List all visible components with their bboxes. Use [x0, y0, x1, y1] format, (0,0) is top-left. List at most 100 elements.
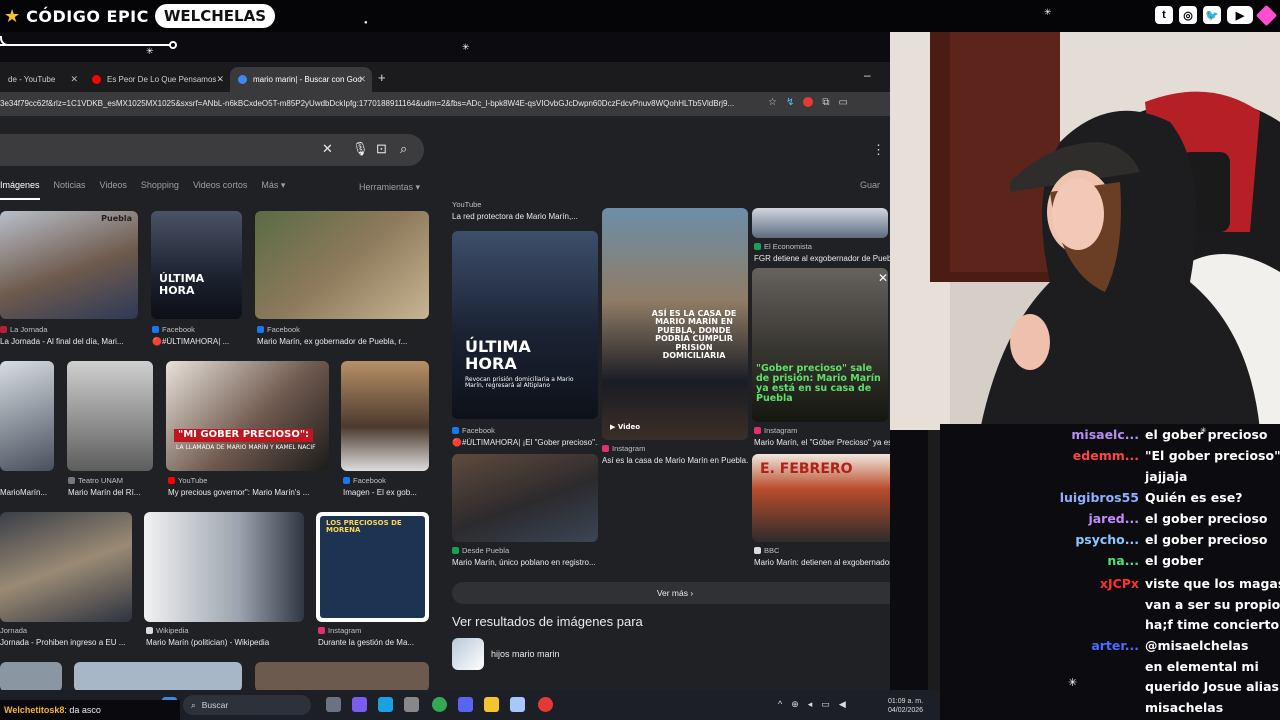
- task-view-icon[interactable]: [326, 697, 341, 712]
- chevron-up-icon[interactable]: ^: [778, 699, 782, 710]
- close-icon[interactable]: ✕: [70, 74, 78, 85]
- tab-more[interactable]: Más ▾: [261, 180, 285, 200]
- image-result[interactable]: [752, 208, 888, 238]
- tab-short-videos[interactable]: Videos cortos: [193, 180, 247, 200]
- result-caption[interactable]: Mario Marín, ex gobernador de Puebla, r.…: [257, 337, 429, 346]
- search-input[interactable]: ✕ 🎙 ⊡ ⌕: [0, 134, 424, 166]
- obs-icon[interactable]: [538, 697, 553, 712]
- clock-date: 04/02/2026: [888, 707, 924, 715]
- camera-search-icon[interactable]: ⊡: [376, 141, 387, 157]
- microphone-icon[interactable]: 🎙: [352, 141, 369, 157]
- chat-username[interactable]: psycho...: [1075, 532, 1139, 547]
- discord-icon[interactable]: [458, 697, 473, 712]
- extensions-puzzle-icon[interactable]: ⧉: [822, 97, 829, 108]
- close-icon[interactable]: ✕: [358, 74, 366, 85]
- result-caption[interactable]: Mario Marín (politician) - Wikipedia: [146, 638, 304, 647]
- panel-caption[interactable]: La red protectora de Mario Marín,...: [452, 212, 598, 221]
- panel-caption[interactable]: Mario Marín, el "Góber Precioso" ya es..…: [754, 438, 890, 447]
- tray-app-icon[interactable]: ◂: [808, 699, 813, 710]
- image-result[interactable]: [67, 361, 153, 471]
- chat-username[interactable]: misaelc...: [1071, 427, 1139, 442]
- volume-icon[interactable]: ◀: [839, 699, 846, 710]
- bookmark-star-icon[interactable]: ☆: [768, 97, 777, 108]
- chat-username[interactable]: xJCPx: [1100, 576, 1139, 591]
- taskbar-search[interactable]: ⌕ Buscar: [183, 695, 311, 715]
- google-apps-icon[interactable]: ⋮⋮: [872, 142, 890, 158]
- image-result[interactable]: Puebla: [0, 211, 138, 319]
- tools-button[interactable]: Herramientas ▾: [359, 182, 420, 193]
- image-result[interactable]: ÚLTIMA HORA: [151, 211, 242, 319]
- image-result[interactable]: [0, 361, 54, 471]
- file-explorer-icon[interactable]: [484, 697, 499, 712]
- panel-caption[interactable]: Así es la casa de Mario Marín en Puebla.…: [602, 456, 748, 465]
- tab-news[interactable]: Noticias: [54, 180, 86, 200]
- image-result[interactable]: [74, 662, 242, 690]
- image-headline: ÚLTIMA HORA: [159, 272, 205, 297]
- image-result[interactable]: [0, 512, 132, 622]
- tab-google-search[interactable]: mario marin| - Buscar con Goo ✕: [230, 67, 372, 92]
- chrome-icon[interactable]: [432, 697, 447, 712]
- result-caption[interactable]: Mario Marín del Rí...: [68, 488, 154, 497]
- tray-app-icon[interactable]: ⊕: [791, 699, 799, 710]
- image-result[interactable]: ASÍ ES LA CASA DE MARIO MARÍN EN PUEBLA,…: [602, 208, 748, 440]
- address-bar[interactable]: 3e34f79cc62f&rlz=1C1VDKB_esMX1025MX1025&…: [0, 92, 890, 116]
- image-result[interactable]: LOS PRECIOSOS DE MORENA: [316, 512, 429, 622]
- chat-username[interactable]: jared...: [1088, 511, 1139, 526]
- brand: ★ CÓDIGO EPIC WELCHELAS: [4, 3, 276, 29]
- close-panel-icon[interactable]: ✕: [878, 271, 888, 285]
- panel-caption[interactable]: Mario Marín, único poblano en registro..…: [452, 558, 598, 567]
- result-caption[interactable]: Durante la gestión de Ma...: [318, 638, 430, 647]
- video-badge: ▶ Video: [610, 423, 641, 431]
- search-icon[interactable]: ⌕: [400, 141, 407, 157]
- chat-username[interactable]: edemm...: [1073, 448, 1139, 463]
- image-result[interactable]: [0, 662, 62, 690]
- panel-caption[interactable]: FGR detiene al exgobernador de Puebl...: [754, 254, 890, 263]
- chat-username[interactable]: luigibros55: [1060, 490, 1139, 505]
- result-caption[interactable]: My precious governor": Mario Marín's ...: [168, 488, 328, 497]
- extension-icon[interactable]: [803, 97, 814, 107]
- copilot-icon[interactable]: [378, 697, 393, 712]
- chat-panel: [940, 424, 1280, 720]
- new-tab-button[interactable]: +: [378, 70, 386, 85]
- image-result[interactable]: [452, 454, 598, 542]
- close-icon[interactable]: ✕: [216, 74, 224, 85]
- tab-label: de - YouTube: [8, 75, 56, 84]
- url-text[interactable]: 3e34f79cc62f&rlz=1C1VDKB_esMX1025MX1025&…: [0, 99, 760, 108]
- chat-username[interactable]: arter...: [1091, 638, 1139, 653]
- clock[interactable]: 01:09 a. m. 04/02/2026: [888, 697, 923, 715]
- minimize-button[interactable]: –: [864, 68, 871, 82]
- image-result[interactable]: [255, 211, 429, 319]
- image-result[interactable]: "MI GOBER PRECIOSO": LA LLAMADA DE MARIO…: [166, 361, 329, 471]
- clear-icon[interactable]: ✕: [322, 141, 333, 157]
- result-source: Facebook: [257, 325, 429, 334]
- settings-icon[interactable]: [404, 697, 419, 712]
- panel-caption[interactable]: Mario Marín: detienen al exgobernador...: [754, 558, 890, 567]
- photos-icon[interactable]: [510, 697, 525, 712]
- image-result[interactable]: [144, 512, 304, 622]
- image-result[interactable]: ÚLTIMA HORA Revocan prisión domiciliaria…: [452, 231, 598, 419]
- tab-youtube[interactable]: de - YouTube ✕: [0, 67, 84, 92]
- result-caption[interactable]: Jornada - Prohiben ingreso a EU ...: [0, 638, 132, 647]
- image-result[interactable]: "Gober precioso" sale de prisión: Mario …: [752, 268, 888, 422]
- image-result[interactable]: E. FEBRERO: [752, 454, 890, 542]
- tab-images[interactable]: Imágenes: [0, 180, 40, 200]
- result-caption[interactable]: La Jornada - Al final del día, Mari...: [0, 337, 140, 346]
- saved-button[interactable]: Guar: [860, 180, 880, 190]
- ver-mas-button[interactable]: Ver más ›: [452, 582, 890, 604]
- panel-caption[interactable]: 🔴#ÚLTIMAHORA| ¡El "Gober precioso"...: [452, 438, 598, 447]
- chat-message-text: el gober precioso: [1145, 427, 1268, 442]
- app-icon[interactable]: [352, 697, 367, 712]
- network-icon[interactable]: ▭: [821, 699, 830, 710]
- tab-videos[interactable]: Videos: [100, 180, 127, 200]
- result-caption[interactable]: MarioMarín...: [0, 488, 54, 497]
- translate-extension-icon[interactable]: ↯: [786, 97, 794, 108]
- image-result[interactable]: [341, 361, 429, 471]
- sidebar-icon[interactable]: ▭: [839, 97, 848, 108]
- tab-es-peor[interactable]: Es Peor De Lo Que Pensamos - ✕: [84, 67, 230, 92]
- chat-username[interactable]: na...: [1107, 553, 1139, 568]
- result-caption[interactable]: 🔴#ÚLTIMAHORA| ...: [152, 337, 242, 346]
- image-result[interactable]: [255, 662, 429, 690]
- result-caption[interactable]: Imagen - El ex gob...: [343, 488, 429, 497]
- related-search-chip[interactable]: hijos mario marin: [452, 638, 612, 670]
- tab-shopping[interactable]: Shopping: [141, 180, 179, 200]
